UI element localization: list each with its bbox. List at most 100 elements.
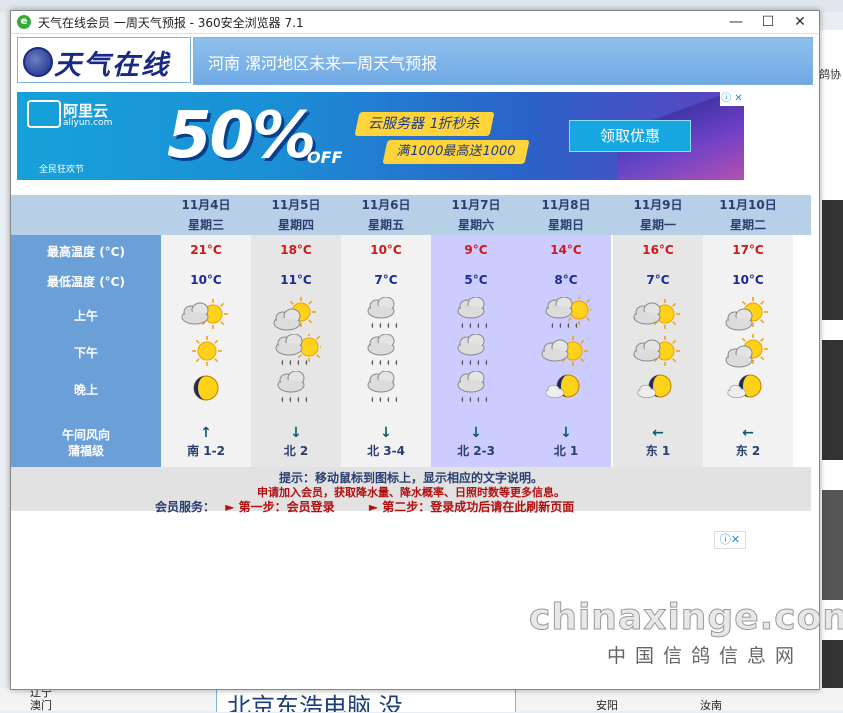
day-header: 11月6日星期五 — [341, 195, 431, 235]
label-night: 晚上 — [73, 383, 98, 397]
maximize-button[interactable]: ☐ — [751, 11, 785, 33]
night-weather-icon[interactable] — [181, 371, 231, 405]
afternoon-weather-icon[interactable] — [361, 334, 411, 368]
night-weather-icon[interactable] — [451, 371, 501, 405]
low-temp: 7°C — [646, 273, 670, 287]
background-ad-text: 北京东浩电脑 没 — [227, 693, 403, 712]
lower-ad-close-icon[interactable]: ⓘ✕ — [714, 531, 746, 549]
day-column: 21°C 10°C ↑ 南 1-2 — [161, 235, 251, 467]
member-services: 会员服务： ► 第一步：会员登录 ► 第二步：登录成功后请在此刷新页面 — [155, 498, 574, 515]
wind-value: 北 2-3 — [457, 444, 495, 458]
day-weekday: 星期六 — [457, 218, 494, 232]
high-temp: 17°C — [732, 243, 764, 257]
ad-discount: 50% — [167, 99, 316, 173]
wind-value: 北 3-4 — [367, 444, 405, 458]
close-button[interactable]: ✕ — [783, 11, 817, 33]
night-weather-icon[interactable] — [271, 371, 321, 405]
ad-close-icon[interactable]: ⓘ ✕ — [720, 92, 744, 106]
wind-arrow-icon: ↓ — [380, 425, 392, 441]
day-date: 11月9日 — [633, 198, 683, 212]
wind-arrow-icon: ↓ — [470, 425, 482, 441]
day-column: 9°C 5°C ↓ 北 2-3 — [431, 235, 521, 467]
background-image — [822, 640, 843, 688]
background-image — [822, 340, 843, 460]
title-bar[interactable]: e 天气在线会员 一周天气预报 - 360安全浏览器 7.1 — ☐ ✕ — [11, 11, 819, 34]
step1-link[interactable]: ► 第一步：会员登录 — [225, 500, 334, 514]
watermark-cn: 中国信鸽信息网 — [607, 645, 804, 667]
label-high: 最高温度 (°C) — [47, 245, 125, 259]
minimize-button[interactable]: — — [719, 11, 753, 33]
day-column: 16°C 7°C ← 东 1 — [613, 235, 703, 467]
watermark-site: chinaxinge.com — [529, 597, 843, 639]
header-bar: 河南 漯河地区未来一周天气预报 — [193, 37, 813, 85]
site-logo[interactable]: 天气在线 — [17, 37, 191, 83]
logo-text: 天气在线 — [54, 50, 170, 81]
high-temp: 18°C — [280, 243, 312, 257]
ad-festival: 全民狂欢节 — [39, 165, 85, 175]
day-weekday: 星期四 — [277, 218, 314, 232]
member-label: 会员服务： — [155, 500, 216, 514]
ad-cta-button[interactable]: 领取优惠 — [569, 120, 691, 152]
day-weekday: 星期二 — [729, 218, 766, 232]
day-date: 11月8日 — [541, 198, 591, 212]
day-weekday: 星期五 — [367, 218, 404, 232]
wind-arrow-icon: ← — [742, 425, 754, 441]
browser-icon: e — [17, 15, 31, 29]
afternoon-weather-icon[interactable] — [723, 334, 773, 368]
night-weather-icon[interactable] — [723, 371, 773, 405]
afternoon-weather-icon[interactable] — [541, 334, 591, 368]
label-low: 最低温度 (°C) — [47, 275, 125, 289]
wind-value: 北 2 — [283, 444, 309, 458]
background-ad[interactable]: 北京东浩电脑 没 — [216, 688, 516, 712]
notes-area: 提示：移动鼠标到图标上，显示相应的文字说明。 申请加入会员，获取降水量、降水概率… — [11, 467, 811, 514]
morning-weather-icon[interactable] — [271, 297, 321, 331]
day-date: 11月10日 — [719, 198, 777, 212]
wind-arrow-icon: ↓ — [560, 425, 572, 441]
low-temp: 10°C — [732, 273, 764, 287]
wind-value: 南 1-2 — [187, 444, 225, 458]
wind-value: 东 2 — [735, 444, 761, 458]
step2-link[interactable]: ► 第二步：登录成功后请在此刷新页面 — [369, 500, 574, 514]
high-temp: 14°C — [550, 243, 582, 257]
morning-weather-icon[interactable] — [723, 297, 773, 331]
ad-line1: 云服务器 1折秒杀 — [354, 112, 495, 136]
morning-weather-icon[interactable] — [633, 297, 683, 331]
high-temp: 16°C — [642, 243, 674, 257]
window-title: 天气在线会员 一周天气预报 - 360安全浏览器 7.1 — [38, 16, 304, 30]
wind-arrow-icon: ↑ — [200, 425, 212, 441]
morning-weather-icon[interactable] — [451, 297, 501, 331]
afternoon-weather-icon[interactable] — [271, 334, 321, 368]
night-weather-icon[interactable] — [361, 371, 411, 405]
afternoon-weather-icon[interactable] — [181, 334, 231, 368]
morning-weather-icon[interactable] — [181, 297, 231, 331]
high-temp: 21°C — [190, 243, 222, 257]
label-morning: 上午 — [73, 309, 98, 323]
wind-value: 东 1 — [645, 444, 671, 458]
night-weather-icon[interactable] — [541, 371, 591, 405]
day-header: 11月4日 星期三 — [161, 195, 251, 235]
low-temp: 10°C — [190, 273, 222, 287]
background-image — [822, 200, 843, 320]
day-date: 11月6日 — [361, 198, 411, 212]
ad-banner[interactable]: 阿里云 aliyun.com 全民狂欢节 50% OFF 云服务器 1折秒杀 满… — [17, 92, 744, 180]
day-weekday: 星期一 — [639, 218, 676, 232]
background-image — [822, 490, 843, 600]
morning-weather-icon[interactable] — [361, 297, 411, 331]
high-temp: 10°C — [370, 243, 402, 257]
day-header: 11月5日 星期四 — [251, 195, 341, 235]
day-weekday: 星期三 — [187, 218, 224, 232]
day-column: 10°C 7°C ↓ 北 3-4 — [341, 235, 431, 467]
day-weekday: 星期日 — [547, 218, 584, 232]
night-weather-icon[interactable] — [633, 371, 683, 405]
wind-value: 北 1 — [553, 444, 579, 458]
morning-weather-icon[interactable] — [541, 297, 591, 331]
low-temp: 8°C — [554, 273, 578, 287]
globe-icon — [23, 47, 53, 77]
afternoon-weather-icon[interactable] — [451, 334, 501, 368]
low-temp: 11°C — [280, 273, 312, 287]
day-column: 18°C 11°C ↓ 北 2 — [251, 235, 341, 467]
ad-off: OFF — [307, 148, 343, 167]
afternoon-weather-icon[interactable] — [633, 334, 683, 368]
page-title: 河南 漯河地区未来一周天气预报 — [208, 54, 438, 73]
page-content: 天气在线 河南 漯河地区未来一周天气预报 阿里云 aliyun.com 全民狂欢… — [11, 34, 843, 689]
